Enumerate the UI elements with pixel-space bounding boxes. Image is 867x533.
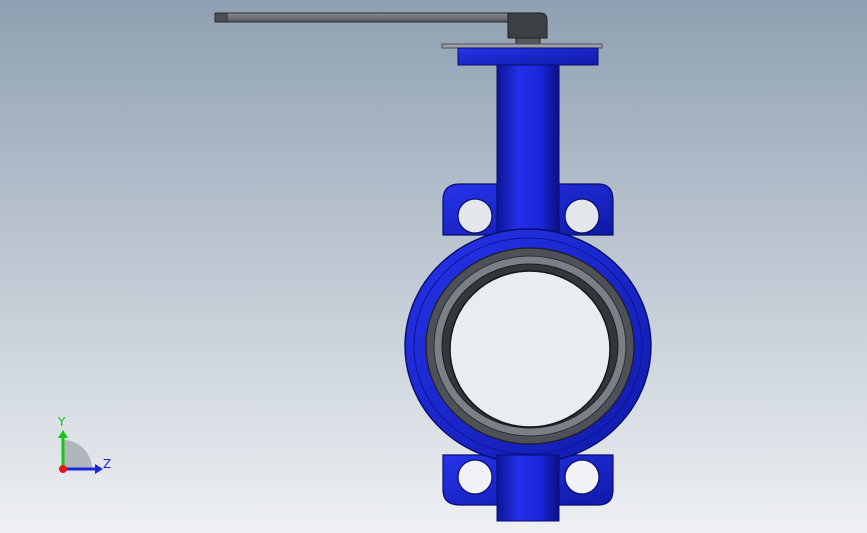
top-flange xyxy=(457,47,599,66)
model-canvas[interactable]: Y Z xyxy=(0,0,867,533)
bolt-hole-bottom-left xyxy=(457,459,493,495)
handle-neck xyxy=(515,37,541,45)
bolt-hole-top-left xyxy=(457,198,493,234)
axis-origin xyxy=(59,465,67,473)
axis-z-label: Z xyxy=(103,457,111,471)
valve-bore xyxy=(449,270,611,428)
bolt-hole-bottom-right xyxy=(564,459,600,495)
bottom-stem-housing xyxy=(496,454,560,522)
bolt-hole-top-right xyxy=(564,198,600,234)
cad-viewport[interactable]: Y Z xyxy=(0,0,867,533)
handle-hub xyxy=(507,12,548,39)
handle-grip xyxy=(214,12,228,23)
ratchet-plate xyxy=(441,43,603,49)
viewport-background xyxy=(0,0,867,533)
handle-lever[interactable] xyxy=(214,12,536,23)
axis-y-label: Y xyxy=(57,415,66,429)
stem-housing xyxy=(496,64,560,236)
top-mounting-plate xyxy=(441,43,603,66)
valve-liner xyxy=(425,247,635,445)
